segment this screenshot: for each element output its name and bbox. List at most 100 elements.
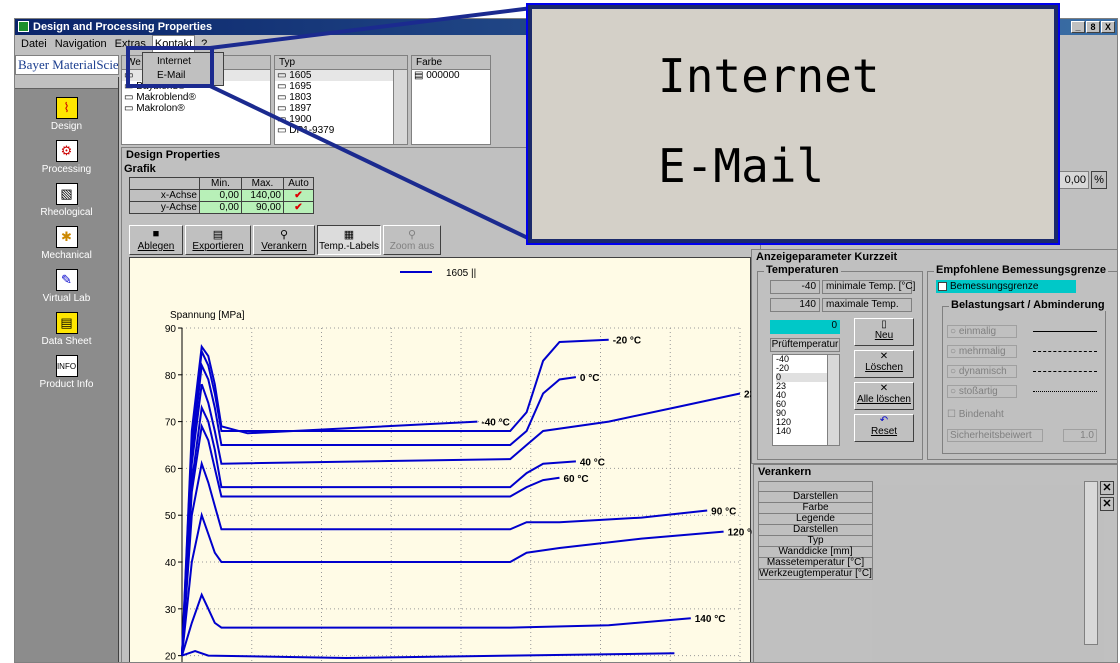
series-line	[181, 511, 724, 656]
close-all-icon[interactable]: ✕	[1100, 497, 1114, 511]
y-axis-label: y-Achse	[129, 201, 200, 214]
labels-icon: ▦	[343, 229, 355, 241]
belastung-title: Belastungsart / Abminderung	[949, 299, 1107, 311]
app-icon	[18, 21, 29, 32]
x-axis-min-input[interactable]: 0,00	[199, 189, 242, 202]
menu-extras[interactable]: Extras	[113, 35, 148, 53]
screenshot-frame: Design and Processing Properties _ 8 X D…	[0, 0, 1120, 663]
bemessung-checkbox[interactable]: Bemessungsgrenze	[936, 280, 1076, 293]
zoom-internet: Internet	[658, 49, 880, 103]
y-tick-label: 90	[165, 324, 177, 335]
menu-help[interactable]: ?	[199, 35, 209, 53]
mechanical-icon: ✱	[55, 226, 78, 248]
menu-item-internet[interactable]: Internet	[143, 55, 223, 69]
brand-logo: Bayer MaterialScience	[15, 55, 119, 75]
y-tick-label: 50	[165, 511, 177, 522]
radio-einmalig[interactable]: ○ einmalig	[947, 325, 1017, 338]
sidebar-item-product-info[interactable]: INFO Product Info	[15, 355, 118, 390]
delete-all-icon: ✕	[879, 383, 889, 394]
list-item[interactable]: ▭ Makroblend®	[122, 92, 270, 103]
ablegen-button[interactable]: ■ Ablegen	[129, 225, 183, 255]
anchor-icon: ⚲	[279, 229, 289, 241]
radio-stossartig[interactable]: ○ stoßartig	[947, 385, 1017, 398]
verankern-title: Verankern	[758, 466, 812, 478]
menu-navigation[interactable]: Navigation	[53, 35, 109, 53]
virtual-lab-icon: ✎	[55, 269, 78, 291]
sidebar-item-label: Product Info	[39, 379, 94, 390]
close-button[interactable]: X	[1101, 21, 1115, 33]
minimize-button[interactable]: _	[1071, 21, 1085, 33]
list-item[interactable]: ▭ 1897	[275, 103, 407, 114]
line-dashdot	[1033, 371, 1097, 372]
list-item[interactable]: ▭ Makrolon®	[122, 103, 270, 114]
sidebar-item-data-sheet[interactable]: ▤ Data Sheet	[15, 312, 118, 347]
exportieren-button[interactable]: ▤ Exportieren	[185, 225, 251, 255]
series-label: 140 °C	[695, 614, 726, 625]
verankern-panel: Verankern Darstellen Farbe Legende Darst…	[753, 464, 1117, 662]
list-item[interactable]: ▭ DP1-9379	[275, 125, 407, 136]
y-tick-label: 80	[165, 371, 177, 382]
axis-header-blank	[129, 177, 200, 190]
export-icon: ▤	[212, 229, 224, 241]
delete-icon: ✕	[879, 351, 889, 362]
percent-value[interactable]: 0,00	[1059, 171, 1089, 189]
y-tick-label: 60	[165, 464, 177, 475]
list-item[interactable]: ▭ 1695	[275, 81, 407, 92]
verankern-rows: Darstellen Farbe Legende Darstellen Typ …	[758, 481, 873, 580]
maximize-button[interactable]: 8	[1086, 21, 1100, 33]
menu-item-email[interactable]: E-Mail	[143, 69, 223, 83]
axis-header-auto: Auto	[283, 177, 314, 190]
x-axis-auto-checkbox[interactable]: ✔	[283, 189, 314, 202]
list-item[interactable]: ▭ 1900	[275, 114, 407, 125]
y-axis-auto-checkbox[interactable]: ✔	[283, 201, 314, 214]
bindenaht-checkbox[interactable]: ☐ Bindenaht	[947, 409, 1004, 420]
list-item[interactable]: ▤ 000000	[412, 70, 490, 81]
y-axis-title: Spannung [MPa]	[170, 310, 245, 321]
temperature-list-scrollbar[interactable]	[827, 355, 839, 445]
reset-button[interactable]: ↶ Reset	[854, 414, 914, 442]
sidebar-item-virtual-lab[interactable]: ✎ Virtual Lab	[15, 269, 118, 304]
y-axis-min-input[interactable]: 0,00	[199, 201, 242, 214]
menu-datei[interactable]: Datei	[19, 35, 49, 53]
legend-label: 1605 ||	[446, 268, 476, 279]
temp-labels-button[interactable]: ▦ Temp.-Labels	[317, 225, 381, 255]
neu-button[interactable]: ▯ Neu	[854, 318, 914, 346]
belastung-group: Belastungsart / Abminderung ○ einmalig ○…	[942, 299, 1107, 454]
x-axis-max-input[interactable]: 140,00	[241, 189, 284, 202]
typ-list[interactable]: Typ ▭ 1605 ▭ 1695 ▭ 1803 ▭ 1897 ▭ 1900 ▭…	[274, 55, 408, 145]
sidebar-item-design[interactable]: ⌇ Design	[15, 97, 118, 132]
sidebar-item-mechanical[interactable]: ✱ Mechanical	[15, 226, 118, 261]
verankern-scrollbar[interactable]	[1084, 481, 1098, 645]
close-icon[interactable]: ✕	[1100, 481, 1114, 495]
line-solid	[1033, 331, 1097, 332]
sidebar-item-processing[interactable]: ⚙ Processing	[15, 140, 118, 175]
sicherheit-input[interactable]: 1.0	[1063, 429, 1097, 442]
radio-mehrmalig[interactable]: ○ mehrmalig	[947, 345, 1017, 358]
list-item[interactable]: ▭ 1605	[275, 70, 407, 81]
verankern-grid[interactable]	[872, 485, 1104, 662]
alle-loeschen-button[interactable]: ✕ Alle löschen	[854, 382, 914, 410]
verankern-button[interactable]: ⚲ Verankern	[253, 225, 315, 255]
list-item[interactable]: ▭ 1803	[275, 92, 407, 103]
y-axis-max-input[interactable]: 90,00	[241, 201, 284, 214]
farbe-list[interactable]: Farbe ▤ 000000	[411, 55, 491, 145]
temperature-list[interactable]: -40 -20 0 23 40 60 90 120 140	[772, 354, 840, 446]
chart-toolbar: ■ Ablegen ▤ Exportieren ⚲ Verankern ▦ Temp.-…	[129, 225, 441, 255]
sidebar-item-rheological[interactable]: ▧ Rheological	[15, 183, 118, 218]
zoom-aus-button[interactable]: ⚲ Zoom aus	[383, 225, 441, 255]
temperaturen-title: Temperaturen	[764, 264, 841, 276]
y-tick-label: 20	[165, 652, 177, 663]
design-chart-icon: ⌇	[55, 97, 78, 119]
menu-kontakt[interactable]: Kontakt	[151, 35, 196, 53]
loeschen-button[interactable]: ✕ Löschen	[854, 350, 914, 378]
save-icon: ■	[152, 228, 160, 240]
table-row[interactable]: Werkzeugtemperatur [°C]	[758, 569, 873, 580]
y-tick-label: 40	[165, 558, 177, 569]
chart-svg: 20 30 40 50 60 70 80 90 Spannung [MPa] 1605 || -40…	[165, 268, 769, 663]
zoom-out-icon: ⚲	[407, 229, 417, 241]
pruef-temp-input[interactable]: 0	[770, 320, 840, 334]
typ-header: Typ	[275, 56, 407, 70]
sidebar-item-label: Processing	[41, 164, 92, 175]
typ-scrollbar[interactable]	[393, 70, 407, 144]
radio-dynamisch[interactable]: ○ dynamisch	[947, 365, 1017, 378]
